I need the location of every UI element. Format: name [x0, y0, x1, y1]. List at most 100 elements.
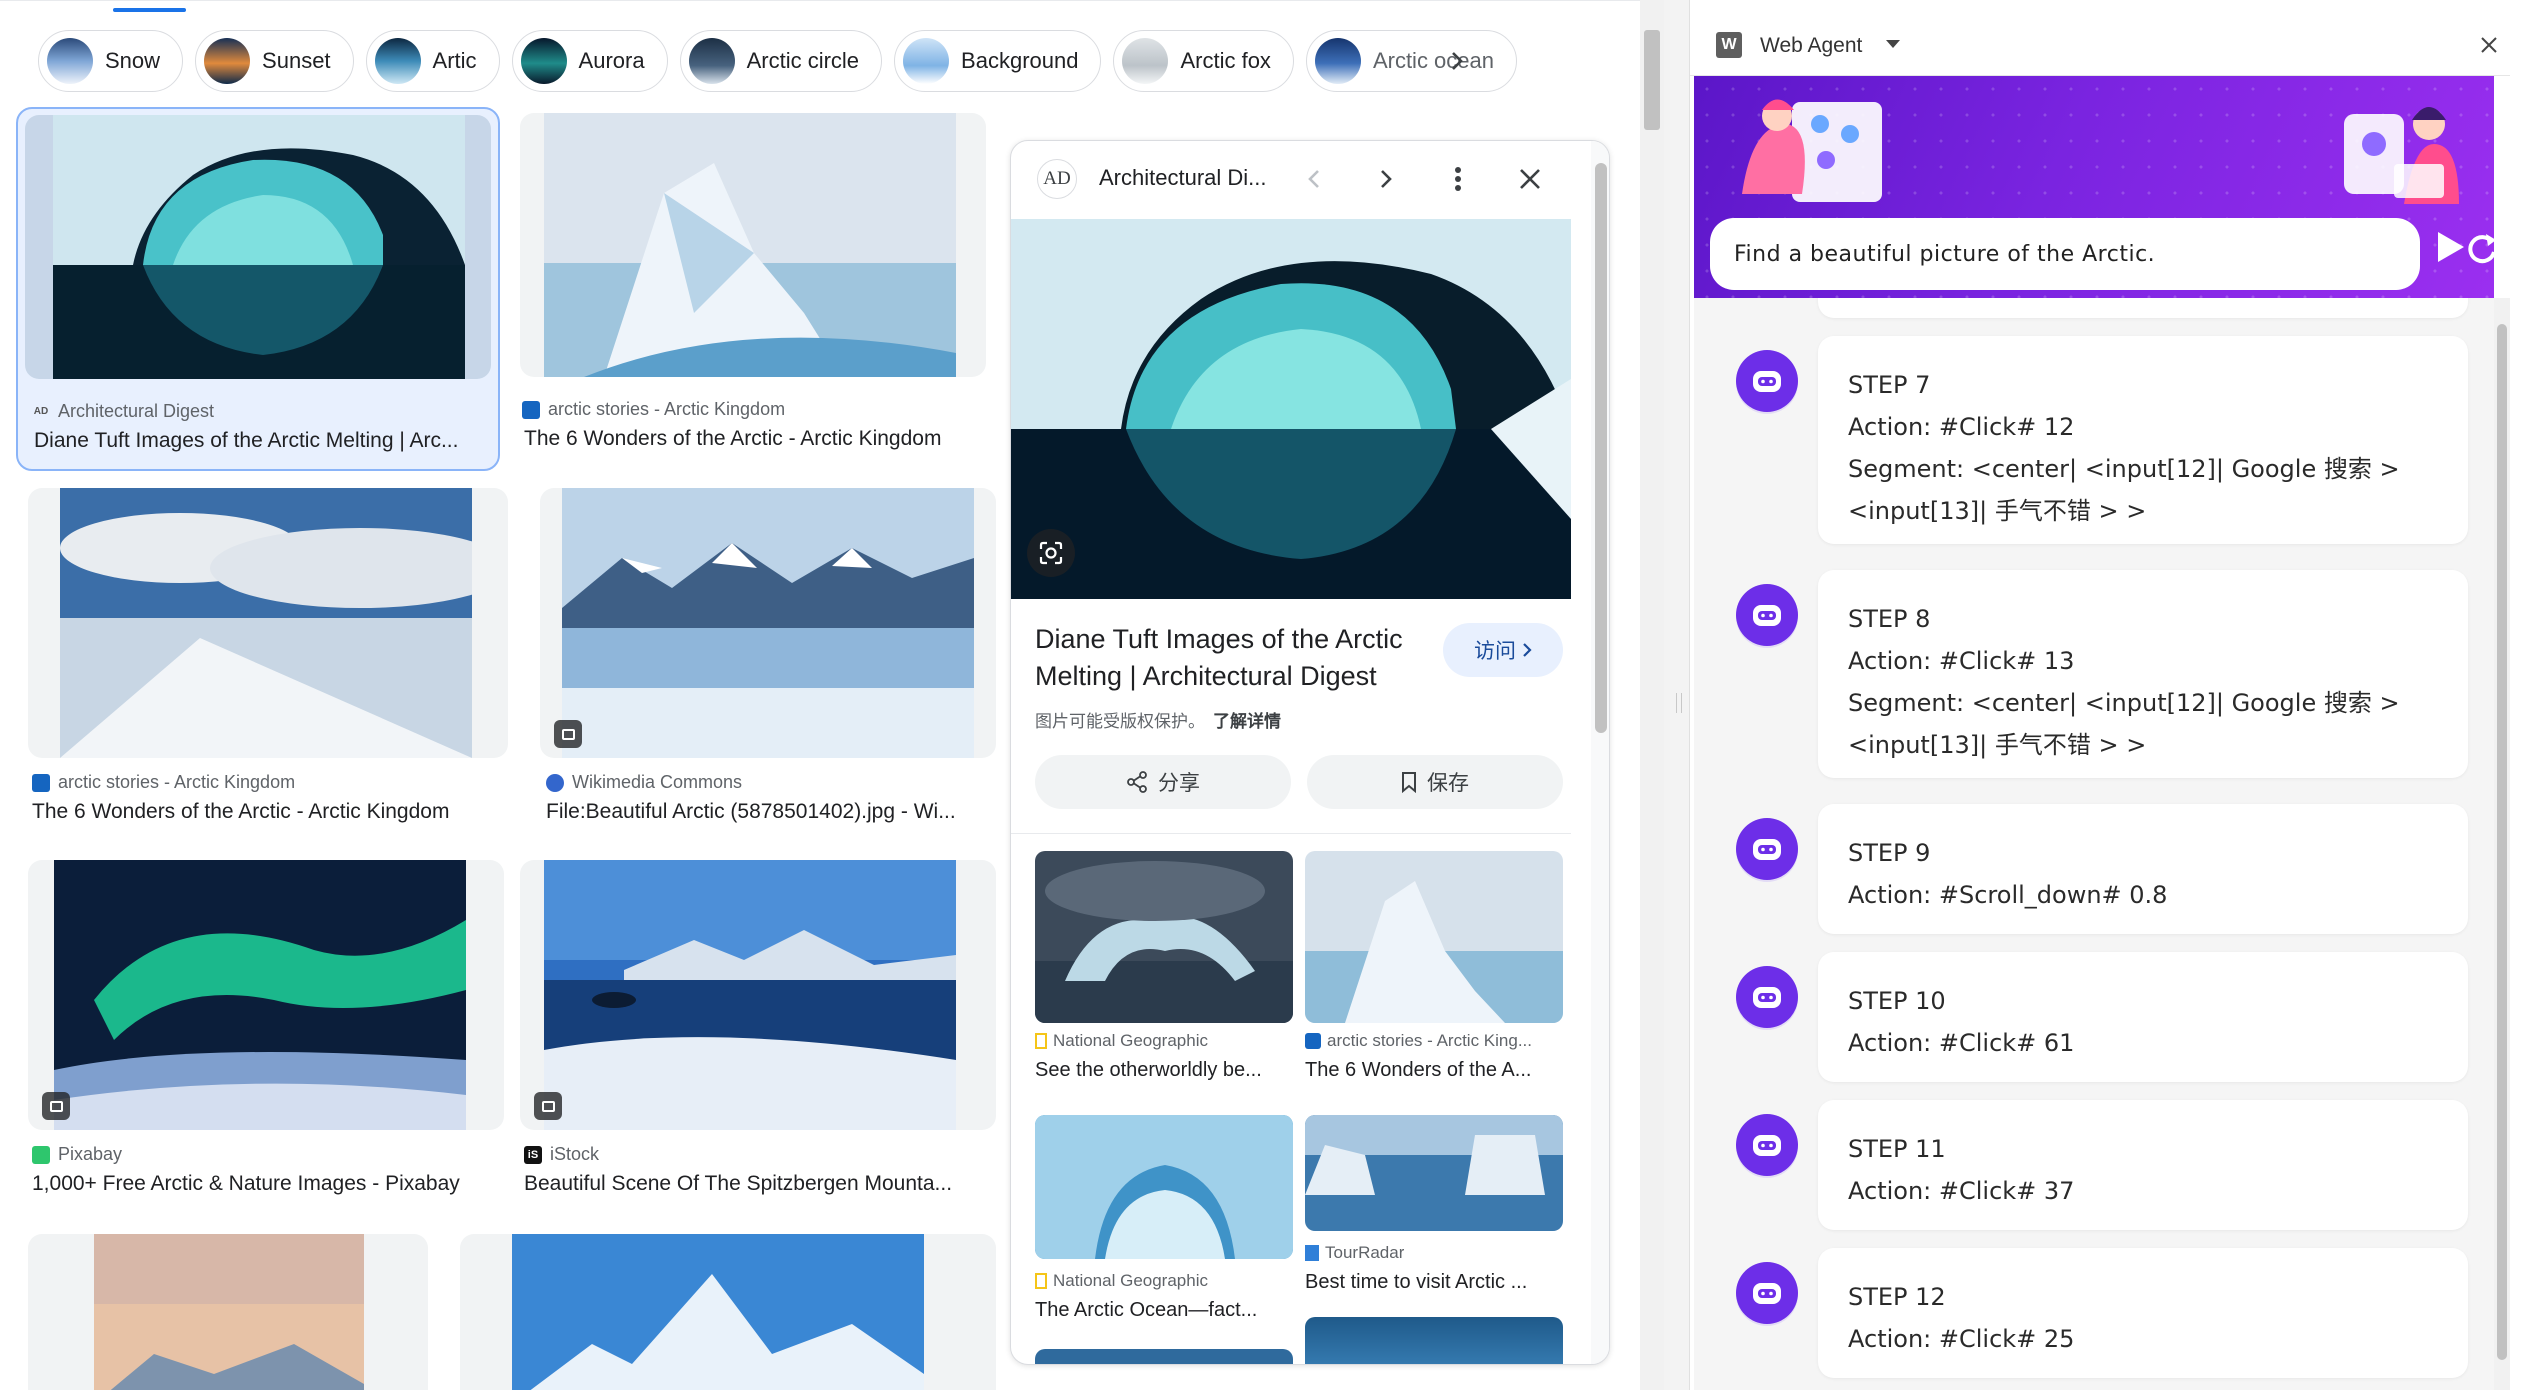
result-card[interactable]: Wikimedia Commons File:Beautiful Arctic … — [540, 488, 1000, 828]
related-image-card[interactable] — [1035, 1349, 1293, 1364]
result-source[interactable]: iS iStock — [524, 1144, 599, 1165]
result-image[interactable] — [520, 113, 986, 377]
site-favicon — [32, 1145, 50, 1164]
result-image[interactable] — [28, 860, 504, 1130]
result-source[interactable]: AD Architectural Digest — [32, 401, 214, 422]
related-image-card[interactable]: National Geographic The Arctic Ocean—fac… — [1035, 1115, 1293, 1345]
related-title[interactable]: The Arctic Ocean—fact... — [1035, 1299, 1257, 1322]
related-image[interactable] — [1035, 1349, 1293, 1364]
save-button[interactable]: 保存 — [1307, 755, 1563, 809]
step-bubble: STEP 9 Action: #Scroll_down# 0.8 — [1818, 804, 2468, 934]
related-source: National Geographic — [1035, 1031, 1208, 1051]
resize-grip-icon[interactable] — [1676, 693, 1682, 713]
chip-background[interactable]: Background — [894, 30, 1102, 92]
result-source[interactable]: arctic stories - Arctic Kingdom — [32, 772, 295, 793]
related-image[interactable] — [1035, 851, 1293, 1023]
arctic-clouds-photo — [60, 488, 472, 758]
previous-button[interactable] — [1295, 160, 1333, 198]
refresh-icon[interactable] — [2464, 230, 2494, 266]
page-scrollbar-thumb[interactable] — [1644, 30, 1660, 130]
visual-search-button[interactable] — [1027, 529, 1075, 577]
related-image-card[interactable]: arctic stories - Arctic King... The 6 Wo… — [1305, 851, 1563, 1091]
result-image[interactable] — [28, 488, 508, 758]
related-title[interactable]: Best time to visit Arctic ... — [1305, 1271, 1527, 1294]
site-favicon — [1035, 1033, 1047, 1049]
related-image-card[interactable] — [1305, 1317, 1563, 1364]
result-title[interactable]: File:Beautiful Arctic (5878501402).jpg -… — [546, 800, 996, 824]
close-preview-button[interactable] — [1511, 160, 1549, 198]
caret-down-icon[interactable] — [1886, 40, 1900, 48]
related-image-card[interactable]: TourRadar Best time to visit Arctic ... — [1305, 1115, 1563, 1345]
source-label: Wikimedia Commons — [572, 772, 743, 792]
result-image[interactable] — [28, 1234, 428, 1390]
source-label: arctic stories - Arctic Kingdom — [58, 772, 296, 792]
step-action: Action: #Click# 37 — [1848, 1177, 2075, 1205]
step-number: STEP 8 — [1848, 605, 1931, 633]
agent-scrollbar[interactable] — [2494, 298, 2510, 1390]
agent-scrollbar-thumb[interactable] — [2497, 324, 2507, 1360]
chip-snow[interactable]: Snow — [38, 30, 184, 92]
result-image[interactable] — [520, 860, 996, 1130]
related-image-card[interactable]: National Geographic See the otherworldly… — [1035, 851, 1293, 1091]
result-source[interactable]: arctic stories - Arctic Kingdom — [522, 399, 785, 420]
related-image[interactable] — [1305, 1115, 1563, 1231]
agent-logo-icon: W — [1716, 32, 1742, 58]
step-action: Action: #Click# 61 — [1848, 1029, 2075, 1057]
chip-arctic-ocean[interactable]: Arctic ocean — [1305, 30, 1517, 92]
chip-artic[interactable]: Artic — [365, 30, 500, 92]
related-image[interactable] — [1305, 1317, 1563, 1364]
preview-title[interactable]: Diane Tuft Images of the Arctic Melting … — [1035, 621, 1455, 695]
site-favicon: AD — [33, 406, 49, 417]
chip-thumbnail — [1122, 38, 1169, 84]
result-card[interactable]: arctic stories - Arctic Kingdom The 6 Wo… — [28, 488, 512, 828]
send-icon[interactable] — [2436, 230, 2466, 264]
result-source[interactable]: Pixabay — [32, 1144, 122, 1165]
result-card[interactable] — [460, 1234, 1000, 1390]
agent-query-input[interactable]: Find a beautiful picture of the Arctic. — [1710, 218, 2420, 290]
close-agent-button[interactable] — [2474, 30, 2504, 60]
ice-arch-large-photo — [1011, 219, 1571, 599]
result-image[interactable] — [25, 115, 491, 379]
visit-button[interactable]: 访问 — [1443, 623, 1563, 677]
site-favicon — [546, 773, 564, 792]
preview-image[interactable] — [1011, 219, 1571, 599]
result-title[interactable]: 1,000+ Free Arctic & Nature Images - Pix… — [32, 1172, 502, 1196]
chip-sunset[interactable]: Sunset — [195, 30, 354, 92]
learn-more-link[interactable]: 了解详情 — [1213, 712, 1281, 731]
spitzbergen-photo — [544, 860, 956, 1130]
related-image[interactable] — [1305, 851, 1563, 1023]
result-card[interactable] — [28, 1234, 430, 1390]
assistant-illustration-left — [1742, 99, 1882, 202]
step-segment: Segment: <center| <input[12]| Google 搜索 … — [1848, 689, 2400, 717]
result-title[interactable]: The 6 Wonders of the Arctic - Arctic Kin… — [32, 800, 504, 824]
result-card-selected[interactable]: AD Architectural Digest Diane Tuft Images… — [16, 107, 500, 471]
chips-next-button[interactable] — [1434, 38, 1480, 84]
chip-arctic-circle[interactable]: Arctic circle — [679, 30, 883, 92]
next-button[interactable] — [1367, 160, 1405, 198]
related-title[interactable]: The 6 Wonders of the A... — [1305, 1059, 1531, 1082]
share-button[interactable]: 分享 — [1035, 755, 1291, 809]
related-image[interactable] — [1035, 1115, 1293, 1259]
preview-site-name[interactable]: Architectural Di... — [1099, 165, 1267, 191]
chip-arctic-fox[interactable]: Arctic fox — [1113, 30, 1294, 92]
result-image[interactable] — [460, 1234, 996, 1390]
page-scrollbar[interactable] — [1640, 0, 1664, 1390]
result-source[interactable]: Wikimedia Commons — [546, 772, 742, 793]
chip-aurora[interactable]: Aurora — [511, 30, 668, 92]
related-title[interactable]: See the otherworldly be... — [1035, 1059, 1262, 1082]
result-title[interactable]: Beautiful Scene Of The Spitzbergen Mount… — [524, 1172, 994, 1196]
top-divider — [0, 0, 1644, 1]
ice-arch-cloudy-photo — [1035, 851, 1293, 1023]
result-card[interactable]: iS iStock Beautiful Scene Of The Spitzber… — [520, 860, 1000, 1200]
result-card[interactable]: arctic stories - Arctic Kingdom The 6 Wo… — [516, 107, 996, 471]
preview-scrollbar[interactable] — [1591, 141, 1609, 1364]
result-title[interactable]: The 6 Wonders of the Arctic - Arctic Kin… — [524, 427, 984, 451]
more-options-button[interactable] — [1439, 160, 1477, 198]
result-title[interactable]: Diane Tuft Images of the Arctic Melting … — [34, 429, 488, 453]
result-card[interactable]: Pixabay 1,000+ Free Arctic & Nature Imag… — [28, 860, 508, 1200]
preview-scrollbar-thumb[interactable] — [1595, 163, 1607, 733]
result-image[interactable] — [540, 488, 996, 758]
step-number: STEP 9 — [1848, 839, 1931, 867]
step-action: Action: #Click# 12 — [1848, 413, 2075, 441]
agent-title[interactable]: Web Agent — [1760, 34, 1862, 58]
